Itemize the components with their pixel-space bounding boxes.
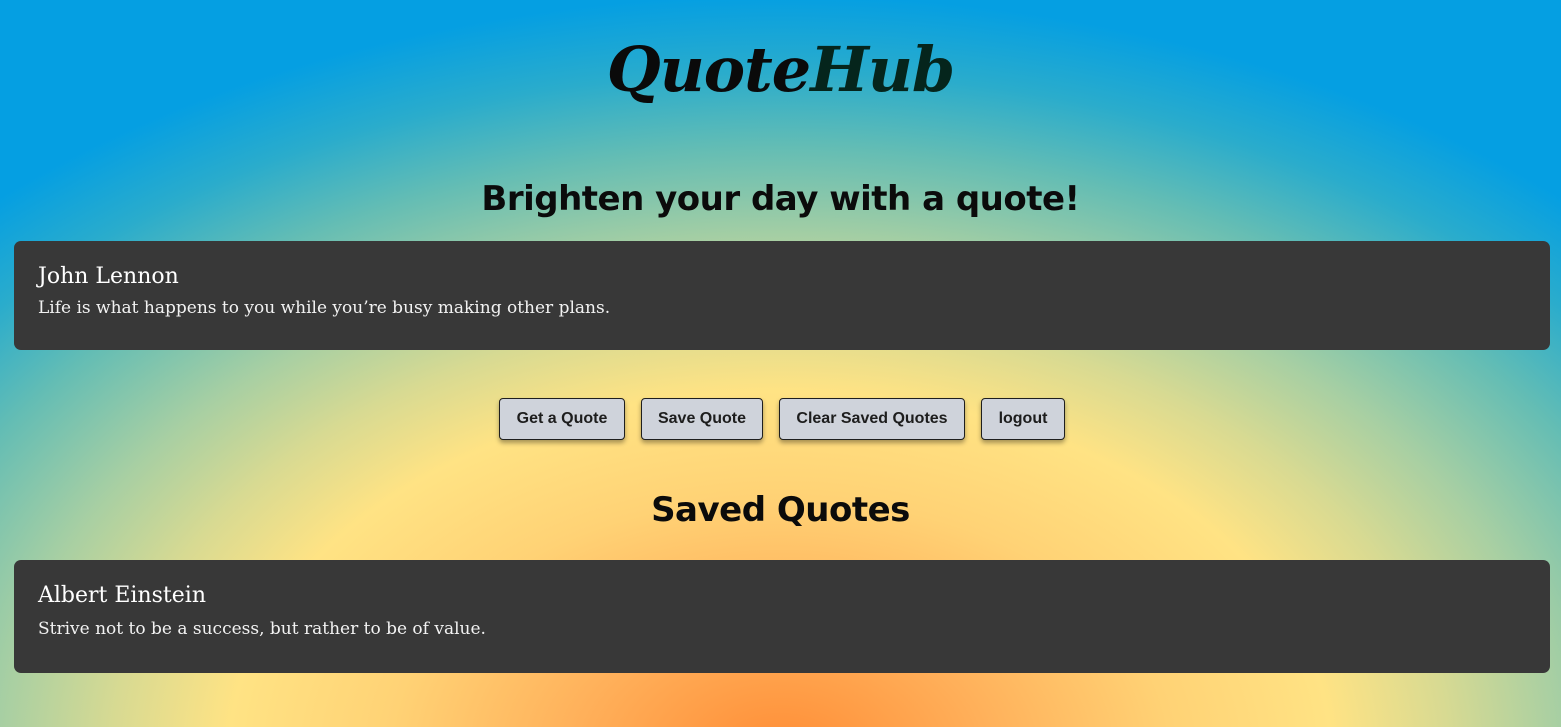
saved-quotes-heading: Saved Quotes (651, 490, 910, 530)
save-quote-button[interactable]: Save Quote (641, 398, 763, 440)
clear-saved-quotes-button[interactable]: Clear Saved Quotes (779, 398, 965, 440)
get-quote-button[interactable]: Get a Quote (499, 398, 625, 440)
logout-button[interactable]: logout (981, 398, 1065, 440)
app-logo: QuoteHub (0, 28, 1561, 112)
current-quote-card: John Lennon Life is what happens to you … (14, 241, 1550, 350)
saved-quote-card: Albert Einstein Strive not to be a succe… (14, 560, 1550, 673)
quote-text: Life is what happens to you while you’re… (38, 298, 611, 318)
action-buttons: Get a Quote Save Quote Clear Saved Quote… (0, 398, 1561, 440)
quote-author: John Lennon (38, 264, 179, 289)
logo-text-hub: Hub (810, 33, 955, 106)
saved-quote-text: Strive not to be a success, but rather t… (38, 619, 486, 639)
logo-text-quote: Quote (606, 33, 812, 106)
saved-quote-author: Albert Einstein (38, 583, 206, 608)
page-heading: Brighten your day with a quote! (481, 179, 1080, 219)
